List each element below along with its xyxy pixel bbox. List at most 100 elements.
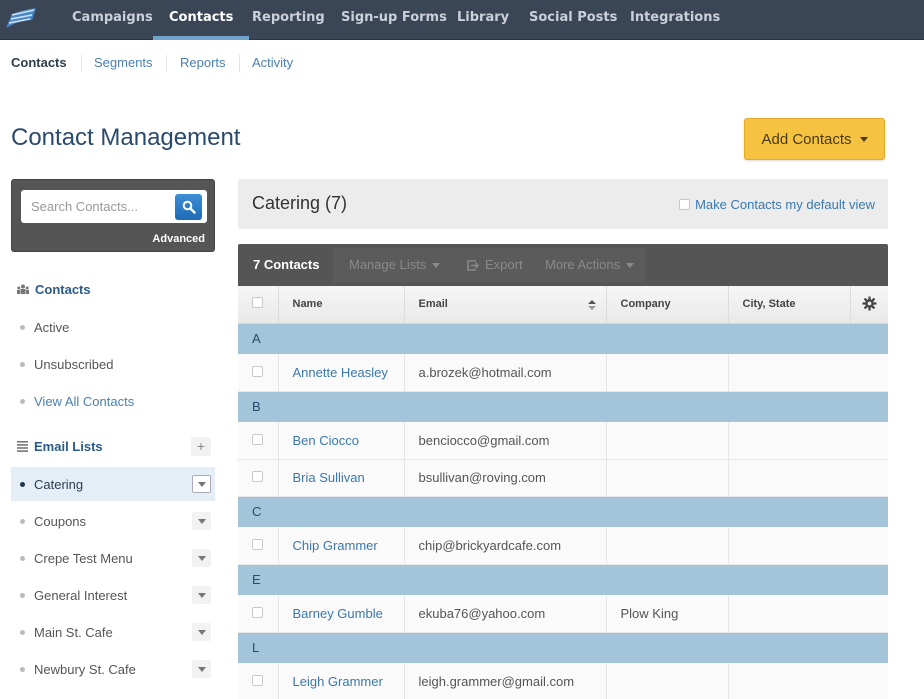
row-checkbox[interactable]: [252, 365, 263, 377]
contact-email: chip@brickyardcafe.com: [404, 527, 607, 565]
people-icon: [17, 284, 29, 294]
sidebar-list-coupons[interactable]: Coupons: [11, 504, 215, 538]
column-label: Name: [292, 298, 323, 311]
nav-social-posts[interactable]: Social Posts: [529, 0, 617, 40]
list-options-dropdown[interactable]: [192, 549, 211, 567]
subnav-segments[interactable]: Segments: [94, 50, 153, 76]
group-letter: A: [238, 323, 888, 354]
sidebar-item-label: Active: [34, 319, 70, 335]
nav-signup-forms[interactable]: Sign-up Forms: [341, 0, 447, 40]
sidebar-email-lists-header[interactable]: Email Lists: [17, 439, 103, 454]
more-actions-button[interactable]: More Actions: [545, 244, 635, 286]
sidebar-contacts-header[interactable]: Contacts: [17, 282, 91, 297]
group-letter: E: [238, 564, 888, 595]
row-checkbox-cell: [238, 527, 279, 565]
row-checkbox[interactable]: [252, 674, 263, 686]
table-row: Barney Gumble ekuba76@yahoo.com Plow Kin…: [238, 595, 888, 633]
contact-city-state: [728, 595, 888, 633]
bullet-icon: [20, 592, 25, 598]
search-button[interactable]: [175, 194, 202, 220]
export-label: Export: [485, 257, 523, 272]
add-contacts-label: Add Contacts: [761, 130, 852, 148]
contact-email: leigh.grammer@gmail.com: [404, 663, 607, 699]
list-options-dropdown[interactable]: [192, 475, 211, 493]
row-checkbox-cell: [238, 459, 279, 497]
add-list-button[interactable]: +: [191, 437, 211, 456]
add-contacts-button[interactable]: Add Contacts: [744, 118, 885, 160]
row-checkbox[interactable]: [252, 538, 263, 550]
bullet-icon: [20, 518, 25, 524]
sidebar-item-label: Catering: [34, 476, 84, 492]
contact-company: [606, 663, 729, 699]
contact-name-link[interactable]: Chip Grammer: [278, 527, 405, 565]
subnav-reports[interactable]: Reports: [180, 50, 226, 76]
sidebar-item-active[interactable]: Active: [11, 310, 215, 344]
nav-integrations[interactable]: Integrations: [630, 0, 720, 40]
sidebar-list-newbury-st-cafe[interactable]: Newbury St. Cafe: [11, 652, 215, 686]
nav-library[interactable]: Library: [457, 0, 509, 40]
gear-icon[interactable]: [862, 296, 877, 311]
caret-down-icon: [432, 262, 441, 268]
contact-email: a.brozek@hotmail.com: [404, 354, 607, 392]
group-letter: C: [238, 496, 888, 527]
column-header-name[interactable]: Name: [278, 286, 405, 324]
nav-campaigns[interactable]: Campaigns: [72, 0, 153, 40]
default-view-toggle[interactable]: Make Contacts my default view: [679, 197, 875, 212]
nav-reporting[interactable]: Reporting: [252, 0, 325, 40]
contact-city-state: [728, 663, 888, 699]
manage-lists-button[interactable]: Manage Lists: [349, 244, 441, 286]
caret-down-icon: [197, 481, 206, 487]
row-checkbox[interactable]: [252, 606, 263, 618]
sort-icon[interactable]: [587, 300, 596, 310]
column-header-email[interactable]: Email: [404, 286, 607, 324]
group-row-l: L: [238, 632, 888, 663]
contact-name-link[interactable]: Ben Ciocco: [278, 422, 405, 460]
contact-name-link[interactable]: Barney Gumble: [278, 595, 405, 633]
caret-down-icon: [197, 555, 206, 561]
bullet-icon: [20, 324, 25, 330]
export-button[interactable]: Export: [466, 244, 523, 286]
contact-count: 7 Contacts: [253, 257, 320, 272]
column-header-city-state[interactable]: City, State: [728, 286, 851, 324]
row-checkbox[interactable]: [252, 433, 263, 445]
group-letter: B: [238, 391, 888, 422]
contacts-toolbar: 7 Contacts Manage Lists Export More Acti…: [238, 244, 888, 286]
contact-city-state: [728, 354, 888, 392]
list-icon: [17, 441, 28, 452]
flag-logo-icon[interactable]: [4, 6, 38, 30]
table-header-row: Name Email Company City, State: [238, 286, 888, 324]
nav-contacts[interactable]: Contacts: [152, 0, 250, 40]
subnav-activity[interactable]: Activity: [252, 50, 293, 76]
contact-name-link[interactable]: Leigh Grammer: [278, 663, 405, 699]
bullet-icon: [20, 481, 25, 487]
list-options-dropdown[interactable]: [192, 586, 211, 604]
column-header-company[interactable]: Company: [606, 286, 729, 324]
divider: [166, 55, 167, 72]
subnav-contacts[interactable]: Contacts: [11, 50, 67, 76]
default-view-checkbox[interactable]: [679, 199, 691, 210]
list-options-dropdown[interactable]: [192, 512, 211, 530]
contact-city-state: [728, 422, 888, 460]
select-all-checkbox[interactable]: [252, 297, 263, 309]
sidebar-item-label: Newbury St. Cafe: [34, 661, 136, 677]
sidebar-item-unsubscribed[interactable]: Unsubscribed: [11, 347, 215, 381]
sidebar-email-lists-label: Email Lists: [34, 439, 103, 454]
group-row-c: C: [238, 496, 888, 527]
advanced-search-link[interactable]: Advanced: [152, 233, 205, 245]
group-row-b: B: [238, 391, 888, 422]
contact-name-link[interactable]: Bria Sullivan: [278, 459, 405, 497]
contact-company: [606, 459, 729, 497]
list-options-dropdown[interactable]: [192, 623, 211, 641]
sidebar-list-catering[interactable]: Catering: [11, 467, 215, 501]
row-checkbox[interactable]: [252, 471, 263, 482]
sidebar-item-view-all-contacts[interactable]: View All Contacts: [11, 384, 215, 418]
contact-name-link[interactable]: Annette Heasley: [278, 354, 405, 392]
list-options-dropdown[interactable]: [192, 660, 211, 678]
caret-down-icon: [626, 262, 635, 268]
sidebar-list-crepe-test-menu[interactable]: Crepe Test Menu: [11, 541, 215, 575]
bullet-icon: [20, 555, 25, 561]
sidebar-list-main-st-cafe[interactable]: Main St. Cafe: [11, 615, 215, 649]
more-actions-label: More Actions: [545, 257, 621, 272]
sidebar-list-general-interest[interactable]: General Interest: [11, 578, 215, 612]
sidebar-contacts-label: Contacts: [35, 282, 91, 297]
